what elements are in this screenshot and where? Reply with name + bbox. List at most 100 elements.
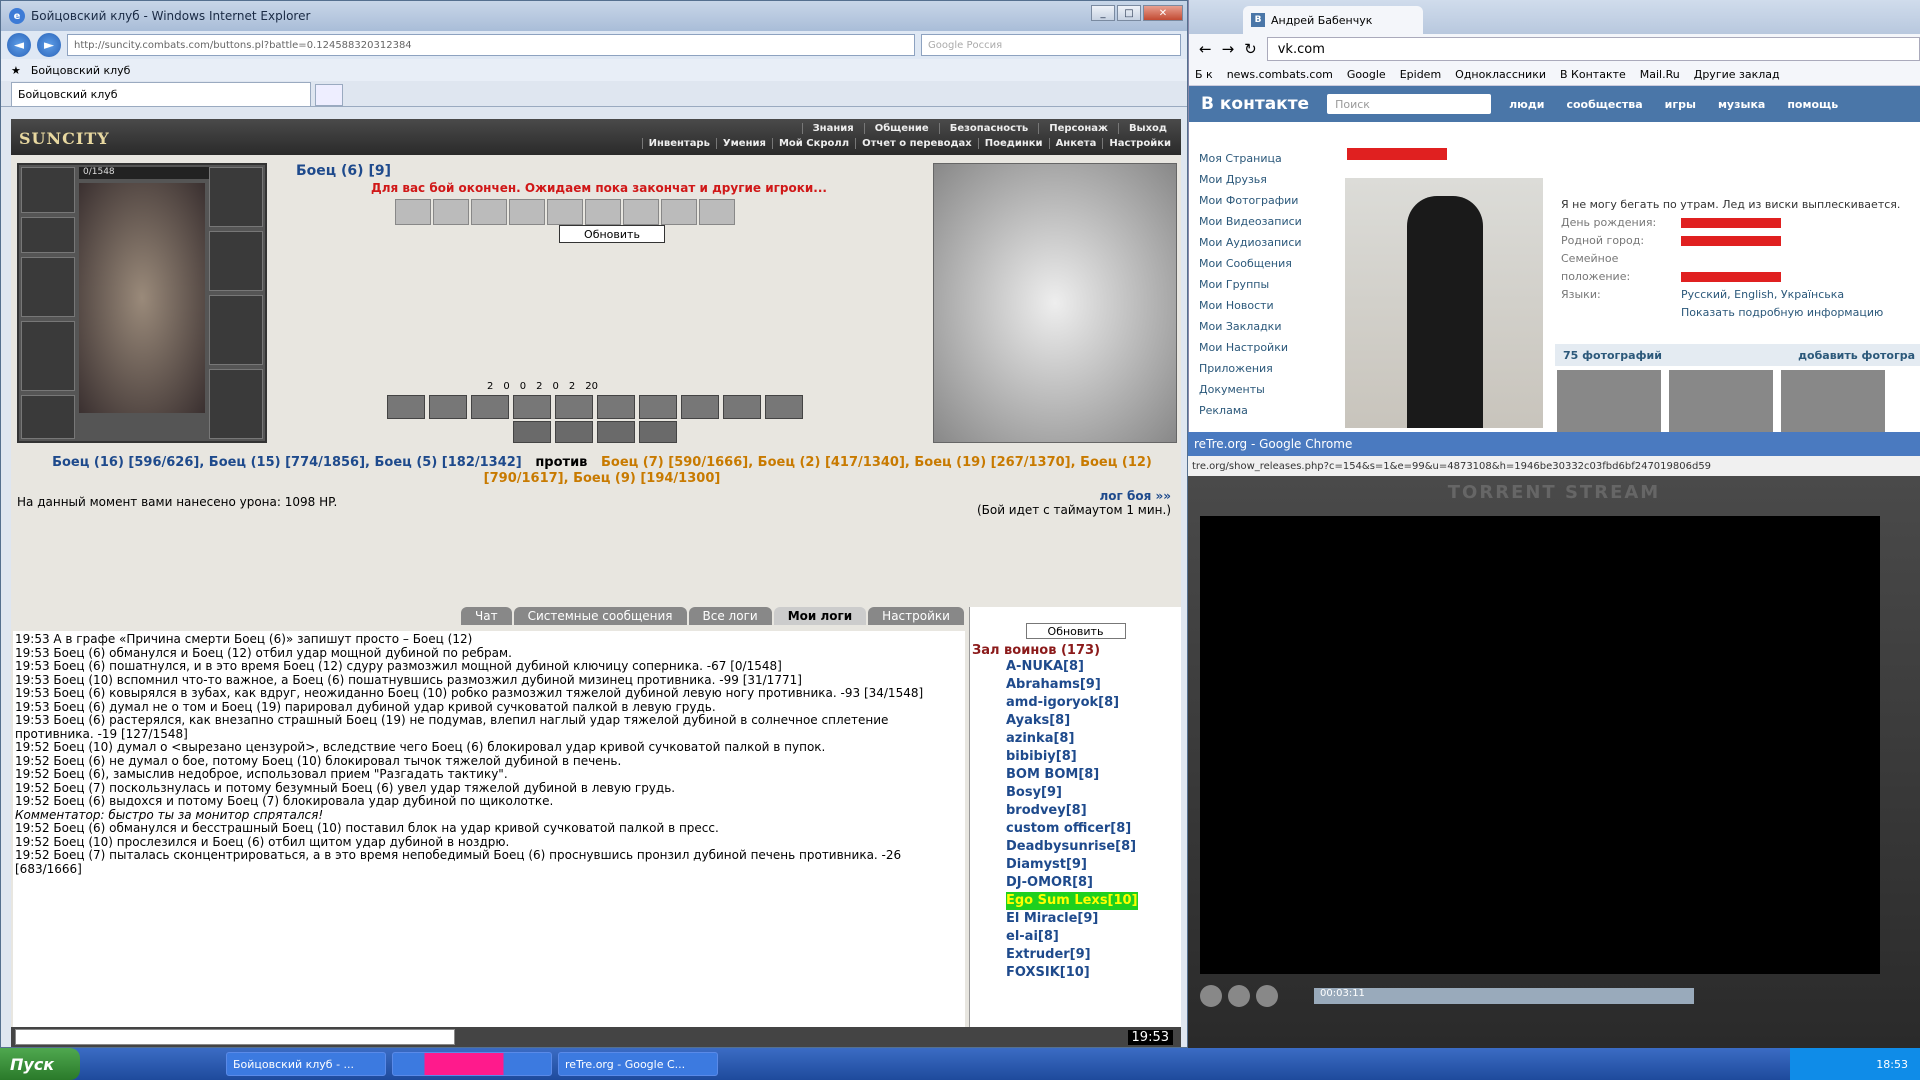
- weapon-slot[interactable]: [21, 257, 75, 317]
- vk-side-item[interactable]: Мои Новости: [1199, 295, 1302, 316]
- vk-side-item[interactable]: Приложения: [1199, 358, 1302, 379]
- battle-log-link[interactable]: лог боя »»: [1100, 489, 1172, 503]
- game-menu-item[interactable]: Общение: [863, 123, 939, 134]
- vk-menu-item[interactable]: помощь: [1787, 98, 1838, 111]
- helmet-slot[interactable]: [21, 167, 75, 213]
- start-button[interactable]: Пуск: [0, 1048, 80, 1080]
- game-submenu-item[interactable]: Инвентарь: [641, 138, 716, 149]
- game-menu-item[interactable]: Знания: [801, 123, 864, 134]
- video-area[interactable]: [1200, 516, 1880, 974]
- new-tab-button[interactable]: [315, 84, 343, 106]
- player-item[interactable]: custom officer[8]: [1006, 820, 1181, 838]
- bookmark-item[interactable]: Б к: [1195, 68, 1213, 81]
- more-info-link[interactable]: Показать подробную информацию: [1561, 304, 1900, 322]
- player-item[interactable]: Deadbysunrise[8]: [1006, 838, 1181, 856]
- boots-slot[interactable]: [209, 369, 263, 439]
- chrome-tab[interactable]: В Андрей Бабенчук: [1243, 6, 1423, 34]
- player-item[interactable]: El Miracle[9]: [1006, 910, 1181, 928]
- close-button[interactable]: ✕: [1143, 5, 1183, 21]
- game-submenu-item[interactable]: Анкета: [1048, 138, 1103, 149]
- vk-side-item[interactable]: Реклама: [1199, 400, 1302, 421]
- taskbar-item[interactable]: [392, 1052, 552, 1076]
- ie-tab[interactable]: Бойцовский клуб: [11, 82, 311, 106]
- amulet-slot[interactable]: [21, 217, 75, 253]
- reload-button[interactable]: ↻: [1244, 40, 1257, 58]
- favorite-link[interactable]: Бойцовский клуб: [31, 64, 131, 77]
- taskbar-item[interactable]: reTre.org - Google C...: [558, 1052, 718, 1076]
- player-item[interactable]: FOXSIK[10]: [1006, 964, 1181, 982]
- bookmark-item[interactable]: Одноклассники: [1455, 68, 1546, 81]
- refresh-button[interactable]: Обновить: [559, 225, 665, 243]
- seek-bar[interactable]: 00:03:11: [1314, 988, 1694, 1004]
- photos-count[interactable]: 75 фотографий: [1563, 349, 1662, 362]
- vk-menu-item[interactable]: игры: [1665, 98, 1696, 111]
- game-menu-item[interactable]: Безопасность: [938, 123, 1039, 134]
- vk-side-item[interactable]: Моя Страница: [1199, 148, 1302, 169]
- game-menu-item[interactable]: Выход: [1117, 123, 1177, 134]
- bookmark-item[interactable]: Epidem: [1400, 68, 1441, 81]
- vk-side-item[interactable]: Мои Видеозаписи: [1199, 211, 1302, 232]
- chat-tab[interactable]: Все логи: [688, 607, 772, 625]
- vk-side-item[interactable]: Документы: [1199, 379, 1302, 400]
- player-item[interactable]: amd-igoryok[8]: [1006, 694, 1181, 712]
- game-menu-item[interactable]: Персонаж: [1038, 123, 1118, 134]
- game-submenu-item[interactable]: Отчет о переводах: [855, 138, 978, 149]
- chat-tab[interactable]: Системные сообщения: [513, 607, 687, 625]
- vk-search[interactable]: Поиск: [1327, 94, 1492, 114]
- player-item[interactable]: Abrahams[9]: [1006, 676, 1181, 694]
- minimize-button[interactable]: _: [1091, 5, 1115, 21]
- star-icon[interactable]: ★: [11, 64, 21, 77]
- chat-input[interactable]: [15, 1029, 455, 1045]
- game-submenu-item[interactable]: Настройки: [1102, 138, 1177, 149]
- bookmark-item[interactable]: В Контакте: [1560, 68, 1626, 81]
- vk-side-item[interactable]: Мои Фотографии: [1199, 190, 1302, 211]
- player-item[interactable]: Ego Sum Lexs[10]: [1006, 892, 1138, 910]
- player-item[interactable]: brodvey[8]: [1006, 802, 1181, 820]
- belt-slot[interactable]: [21, 395, 75, 439]
- player-item[interactable]: A-NUKA[8]: [1006, 658, 1181, 676]
- player-item[interactable]: bibibiy[8]: [1006, 748, 1181, 766]
- player-item[interactable]: Ayaks[8]: [1006, 712, 1181, 730]
- forward-button[interactable]: ►: [37, 33, 61, 57]
- maximize-button[interactable]: □: [1117, 5, 1141, 21]
- chat-tab[interactable]: Мои логи: [773, 607, 867, 625]
- profile-photo[interactable]: [1345, 178, 1543, 428]
- prev-button[interactable]: [1200, 985, 1222, 1007]
- player-item[interactable]: azinka[8]: [1006, 730, 1181, 748]
- vk-side-item[interactable]: Мои Настройки: [1199, 337, 1302, 358]
- taskbar-item[interactable]: Бойцовский клуб - ...: [226, 1052, 386, 1076]
- online-refresh-button[interactable]: Обновить: [1025, 623, 1126, 639]
- pause-button[interactable]: [1228, 985, 1250, 1007]
- vk-side-item[interactable]: Мои Группы: [1199, 274, 1302, 295]
- game-submenu-item[interactable]: Умения: [715, 138, 772, 149]
- add-photo-link[interactable]: добавить фотогра: [1798, 349, 1915, 362]
- player-item[interactable]: el-ai[8]: [1006, 928, 1181, 946]
- vk-menu-item[interactable]: люди: [1509, 98, 1544, 111]
- vk-menu-item[interactable]: сообщества: [1566, 98, 1642, 111]
- back-button[interactable]: ←: [1199, 40, 1212, 58]
- bookmark-item[interactable]: news.combats.com: [1227, 68, 1333, 81]
- player-item[interactable]: BOM BOM[8]: [1006, 766, 1181, 784]
- bookmark-item[interactable]: Другие заклад: [1694, 68, 1780, 81]
- armor-slot[interactable]: [21, 321, 75, 391]
- ring-slot[interactable]: [209, 167, 263, 227]
- back-button[interactable]: ◄: [7, 33, 31, 57]
- next-button[interactable]: [1256, 985, 1278, 1007]
- forward-button[interactable]: →: [1222, 40, 1235, 58]
- player-item[interactable]: DJ-OMOR[8]: [1006, 874, 1181, 892]
- vk-side-item[interactable]: Мои Друзья: [1199, 169, 1302, 190]
- shield-slot[interactable]: [209, 295, 263, 365]
- vk-side-item[interactable]: Мои Закладки: [1199, 316, 1302, 337]
- vk-side-item[interactable]: Мои Сообщения: [1199, 253, 1302, 274]
- vk-side-item[interactable]: Мои Аудиозаписи: [1199, 232, 1302, 253]
- gloves-slot[interactable]: [209, 231, 263, 291]
- bookmark-item[interactable]: Mail.Ru: [1640, 68, 1680, 81]
- game-submenu-item[interactable]: Поединки: [977, 138, 1049, 149]
- player-item[interactable]: Bosy[9]: [1006, 784, 1181, 802]
- chat-tab[interactable]: Чат: [461, 607, 512, 625]
- player-item[interactable]: Extruder[9]: [1006, 946, 1181, 964]
- search-input[interactable]: Google Россия: [921, 34, 1181, 56]
- bookmark-item[interactable]: Google: [1347, 68, 1386, 81]
- vk-logo[interactable]: В контакте: [1201, 94, 1309, 114]
- enemy-name[interactable]: Боец (6) [9]: [296, 163, 391, 179]
